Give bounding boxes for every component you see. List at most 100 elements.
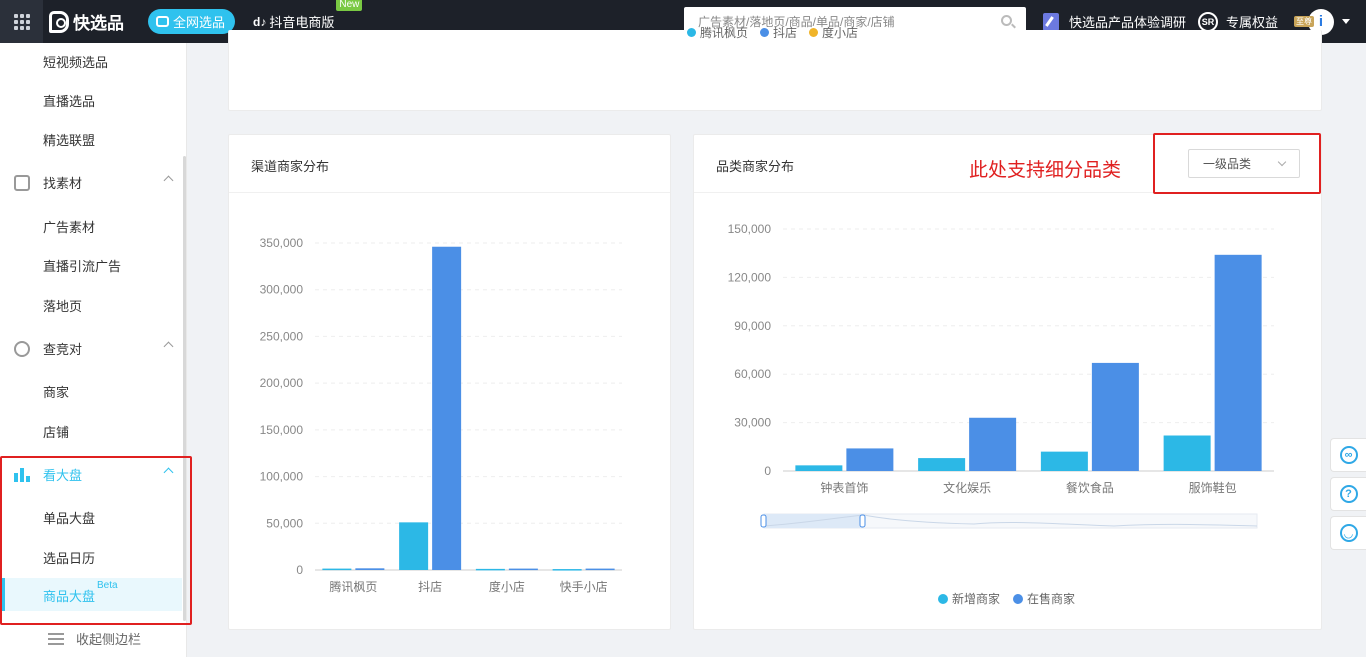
douyin-icon: d♪ bbox=[253, 14, 267, 29]
channel-bar-chart: 0 50,000 100,000 150,000 200,000 250,000 300,0… bbox=[260, 236, 622, 594]
help-button[interactable]: ? bbox=[1330, 477, 1366, 511]
legend-marker bbox=[938, 594, 948, 604]
bar bbox=[969, 417, 1017, 471]
y-tick-label: 350,000 bbox=[260, 236, 304, 250]
channel-card-title: 渠道商家分布 bbox=[251, 159, 330, 174]
category-merchant-card: 品类商家分布 此处支持细分品类 一级品类 0 30,000 60,000 90,000… bbox=[693, 134, 1322, 630]
link-button[interactable]: ∞ bbox=[1330, 438, 1366, 472]
survey-icon bbox=[1043, 12, 1059, 31]
sidebar-item-live-ads[interactable]: 直播引流广告 bbox=[43, 256, 121, 275]
channel-merchant-card: 渠道商家分布 0 50,000 100,000 150,000 200,000 250,0… bbox=[228, 134, 671, 630]
collapse-sidebar-button[interactable]: 收起侧边栏 bbox=[48, 629, 141, 648]
search-compete-icon bbox=[14, 340, 30, 357]
collapse-sidebar-label: 收起侧边栏 bbox=[76, 632, 142, 647]
bar bbox=[355, 568, 385, 570]
data-zoom-handle-right[interactable] bbox=[859, 514, 866, 528]
douyin-edition-tab[interactable]: d♪ 抖音电商版 New bbox=[253, 0, 363, 31]
bar bbox=[432, 246, 462, 570]
chevron-up-icon bbox=[163, 341, 174, 352]
legend-item: 腾讯枫页 bbox=[687, 24, 748, 41]
survey-label: 快选品产品体验调研 bbox=[1069, 15, 1187, 30]
y-tick-label: 200,000 bbox=[260, 376, 304, 390]
legend-marker bbox=[1013, 594, 1023, 604]
chat-button[interactable]: ◡ bbox=[1330, 516, 1366, 550]
x-tick-label: 文化娱乐 bbox=[943, 480, 991, 495]
sidebar-item-landing-page[interactable]: 落地页 bbox=[43, 296, 82, 315]
x-tick-label: 钟表首饰 bbox=[820, 480, 868, 495]
y-tick-label: 0 bbox=[764, 464, 771, 478]
all-network-selection-tab[interactable]: 全网选品 bbox=[148, 9, 236, 34]
logo-icon bbox=[49, 10, 69, 33]
bar bbox=[475, 568, 505, 571]
app-grid-button[interactable] bbox=[0, 0, 43, 43]
sidebar-item-short-video[interactable]: 短视频选品 bbox=[43, 52, 108, 71]
douyin-edition-label: 抖音电商版 bbox=[269, 15, 335, 30]
data-zoom-handle-left[interactable] bbox=[760, 514, 767, 528]
top-card: 腾讯枫页 抖店 度小店 bbox=[228, 26, 1322, 111]
new-badge: New bbox=[336, 0, 363, 11]
link-icon: ∞ bbox=[1339, 446, 1358, 464]
y-tick-label: 150,000 bbox=[728, 222, 772, 236]
y-tick-label: 90,000 bbox=[734, 319, 771, 333]
bar bbox=[918, 458, 966, 471]
logo[interactable]: 快选品 bbox=[49, 9, 124, 34]
bar bbox=[795, 465, 843, 471]
sidebar-item-alliance[interactable]: 精选联盟 bbox=[43, 130, 95, 149]
sr-icon: SR bbox=[1198, 11, 1218, 32]
bar bbox=[1163, 435, 1211, 471]
chevron-up-icon bbox=[163, 175, 174, 186]
bar bbox=[508, 568, 538, 571]
bar bbox=[1040, 451, 1088, 471]
sidebar-item-live[interactable]: 直播选品 bbox=[43, 91, 95, 110]
y-tick-label: 150,000 bbox=[260, 423, 304, 437]
y-tick-label: 300,000 bbox=[260, 283, 304, 297]
highlight-box-select bbox=[1153, 133, 1321, 194]
logo-text: 快选品 bbox=[73, 14, 124, 33]
sidebar-group-compete[interactable]: 查竞对 bbox=[14, 339, 174, 358]
y-tick-label: 250,000 bbox=[260, 329, 304, 343]
legend-label: 新增商家 bbox=[952, 591, 1000, 606]
card-header: 渠道商家分布 bbox=[229, 135, 670, 193]
vip-badge: 至尊 bbox=[1294, 15, 1314, 27]
bar bbox=[322, 568, 352, 571]
y-tick-label: 120,000 bbox=[728, 270, 772, 284]
legend-item: 抖店 bbox=[760, 24, 797, 41]
image-icon bbox=[14, 174, 30, 191]
bar bbox=[399, 522, 429, 570]
bar bbox=[585, 568, 615, 571]
caret-down-icon bbox=[1342, 19, 1350, 24]
benefit-label: 专属权益 bbox=[1226, 15, 1279, 30]
y-tick-label: 0 bbox=[296, 563, 303, 577]
grid-icon bbox=[13, 13, 30, 30]
top-card-legend: 腾讯枫页 抖店 度小店 bbox=[687, 24, 858, 41]
bar bbox=[1091, 362, 1139, 471]
chat-icon: ◡ bbox=[1339, 524, 1358, 542]
y-tick-label: 50,000 bbox=[266, 516, 303, 530]
y-tick-label: 60,000 bbox=[734, 367, 771, 381]
bar bbox=[1214, 254, 1262, 471]
y-tick-label: 30,000 bbox=[734, 416, 771, 430]
x-tick-label: 抖店 bbox=[418, 580, 442, 594]
sidebar-item-ad-material[interactable]: 广告素材 bbox=[43, 217, 95, 236]
all-network-selection-label: 全网选品 bbox=[173, 15, 226, 30]
x-tick-label: 快手小店 bbox=[560, 580, 608, 594]
bar bbox=[846, 448, 894, 471]
bar bbox=[552, 569, 582, 571]
sidebar-group-compete-label: 查竞对 bbox=[43, 342, 83, 357]
sidebar-group-material[interactable]: 找素材 bbox=[14, 173, 174, 192]
annotation-text: 此处支持细分品类 bbox=[969, 160, 1122, 181]
x-tick-label: 服饰鞋包 bbox=[1189, 480, 1237, 495]
highlight-box-dashboard bbox=[0, 456, 192, 625]
sidebar-group-material-label: 找素材 bbox=[43, 176, 83, 191]
sidebar-item-store[interactable]: 店铺 bbox=[43, 422, 69, 441]
search-icon[interactable] bbox=[1001, 15, 1012, 26]
y-tick-label: 100,000 bbox=[260, 470, 304, 484]
collapse-icon bbox=[48, 632, 64, 645]
x-tick-label: 腾讯枫页 bbox=[329, 579, 377, 594]
data-zoom-slider bbox=[760, 513, 1258, 529]
x-tick-label: 餐饮食品 bbox=[1066, 480, 1114, 495]
help-icon: ? bbox=[1339, 485, 1358, 503]
sidebar-item-merchant[interactable]: 商家 bbox=[43, 382, 69, 401]
tv-icon bbox=[156, 16, 169, 27]
legend-item: 度小店 bbox=[809, 24, 858, 41]
